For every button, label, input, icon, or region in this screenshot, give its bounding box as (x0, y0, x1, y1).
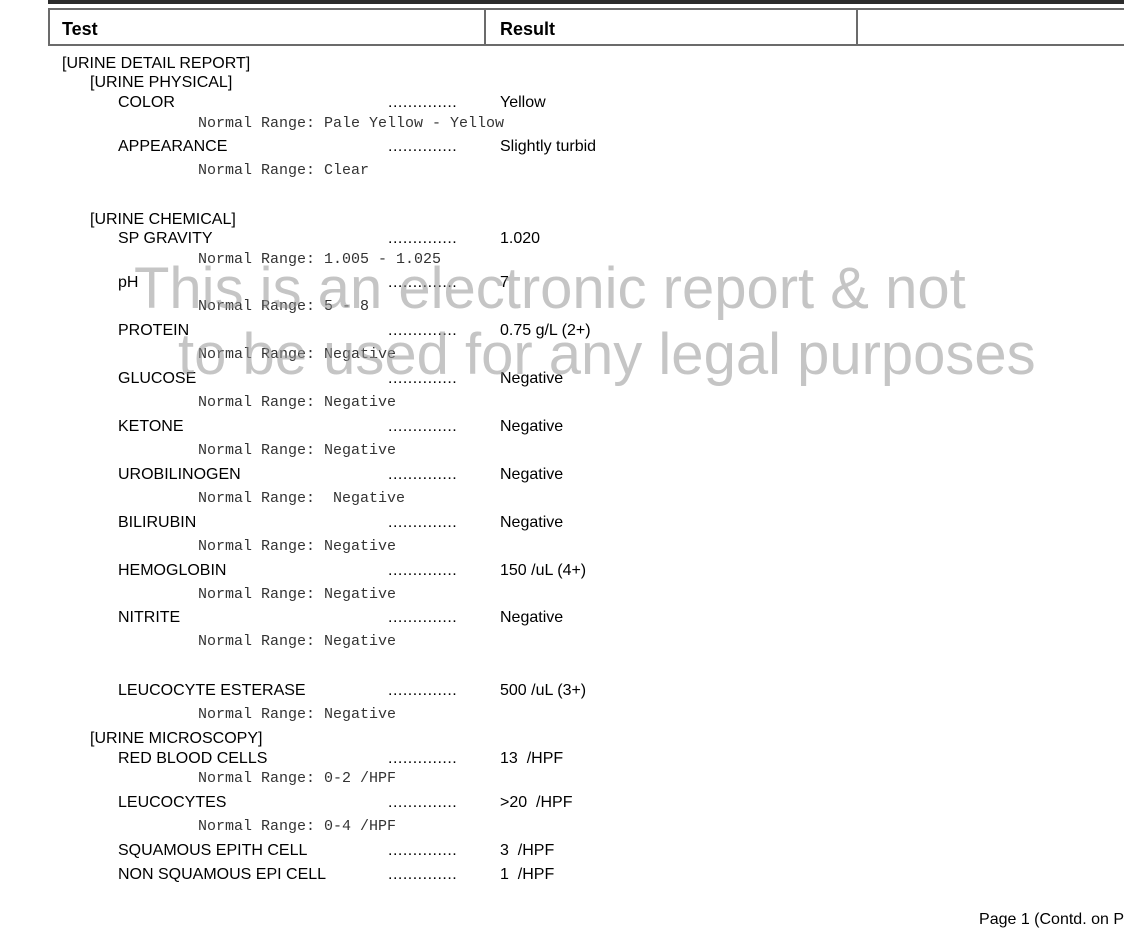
test-result: 7 (500, 274, 509, 291)
normal-range: Normal Range: Clear (198, 162, 370, 179)
normal-range: Normal Range: Negative (198, 346, 397, 363)
leader-dots: .............. (388, 562, 458, 579)
leader-dots: .............. (388, 230, 458, 247)
leader-dots: .............. (388, 322, 458, 339)
test-result: 3 /HPF (500, 842, 555, 859)
normal-range: Normal Range: 0-4 /HPF (198, 818, 397, 835)
leader-dots: .............. (388, 866, 458, 883)
test-name: NITRITE (118, 609, 181, 626)
section-heading-physical: [URINE PHYSICAL] (90, 74, 233, 91)
test-result: 1 /HPF (500, 866, 555, 883)
test-name: PROTEIN (118, 322, 190, 339)
test-result: Yellow (500, 94, 546, 111)
normal-range: Normal Range: Pale Yellow - Yellow (198, 115, 505, 132)
leader-dots: .............. (388, 466, 458, 483)
leader-dots: .............. (388, 842, 458, 859)
result-column-header: Result (500, 19, 556, 39)
test-result: >20 /HPF (500, 794, 573, 811)
column-divider (484, 10, 486, 44)
leader-dots: .............. (388, 794, 458, 811)
normal-range: Normal Range: Negative (198, 490, 406, 507)
test-name: SP GRAVITY (118, 230, 213, 247)
leader-dots: .............. (388, 370, 458, 387)
normal-range: Normal Range: 0-2 /HPF (198, 770, 397, 787)
test-name: COLOR (118, 94, 175, 111)
test-result: Negative (500, 466, 564, 483)
test-result: Negative (500, 514, 564, 531)
test-name: SQUAMOUS EPITH CELL (118, 842, 308, 859)
test-result: Negative (500, 418, 564, 435)
section-heading-chemical: [URINE CHEMICAL] (90, 211, 236, 228)
page-number: Page 1 (Contd. on P (979, 911, 1124, 928)
section-heading-microscopy: [URINE MICROSCOPY] (90, 730, 263, 747)
test-name: UROBILINOGEN (118, 466, 241, 483)
test-name: HEMOGLOBIN (118, 562, 227, 579)
normal-range: Normal Range: Negative (198, 442, 397, 459)
test-name: BILIRUBIN (118, 514, 197, 531)
normal-range: Normal Range: 1.005 - 1.025 (198, 251, 442, 268)
leader-dots: .............. (388, 418, 458, 435)
test-column-header: Test (62, 19, 98, 39)
leader-dots: .............. (388, 750, 458, 767)
leader-dots: .............. (388, 682, 458, 699)
test-name: LEUCOCYTES (118, 794, 227, 811)
leader-dots: .............. (388, 609, 458, 626)
test-result: Slightly turbid (500, 138, 597, 155)
report-title: [URINE DETAIL REPORT] (62, 55, 251, 72)
test-result: 500 /uL (3+) (500, 682, 587, 699)
test-name: GLUCOSE (118, 370, 197, 387)
leader-dots: .............. (388, 274, 458, 291)
test-name: pH (118, 274, 139, 291)
leader-dots: .............. (388, 514, 458, 531)
normal-range: Normal Range: Negative (198, 586, 397, 603)
test-name: NON SQUAMOUS EPI CELL (118, 866, 327, 883)
test-name: RED BLOOD CELLS (118, 750, 268, 767)
test-result: 13 /HPF (500, 750, 564, 767)
test-name: KETONE (118, 418, 184, 435)
test-result: Negative (500, 609, 564, 626)
table-header: Test Result (48, 8, 1124, 46)
test-result: Negative (500, 370, 564, 387)
normal-range: Normal Range: Negative (198, 706, 397, 723)
test-name: APPEARANCE (118, 138, 228, 155)
test-result: 150 /uL (4+) (500, 562, 587, 579)
top-rule (48, 0, 1124, 4)
normal-range: Normal Range: Negative (198, 538, 397, 555)
test-result: 1.020 (500, 230, 541, 247)
test-result: 0.75 g/L (2+) (500, 322, 591, 339)
normal-range: Normal Range: Negative (198, 633, 397, 650)
column-divider (856, 10, 858, 44)
leader-dots: .............. (388, 138, 458, 155)
report-page: Test Result [URINE DETAIL REPORT] [URINE… (0, 0, 1124, 939)
normal-range: Normal Range: Negative (198, 394, 397, 411)
test-name: LEUCOCYTE ESTERASE (118, 682, 306, 699)
leader-dots: .............. (388, 94, 458, 111)
normal-range: Normal Range: 5 - 8 (198, 298, 370, 315)
